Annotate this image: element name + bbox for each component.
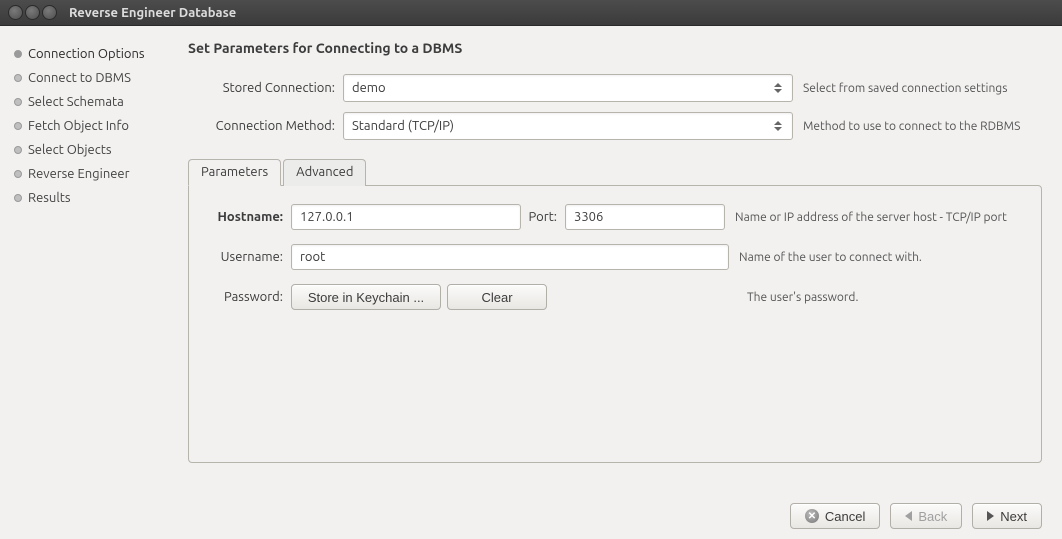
username-label: Username: bbox=[203, 250, 291, 264]
connection-method-combo[interactable]: Standard (TCP/IP) bbox=[343, 112, 793, 140]
back-button[interactable]: Back bbox=[890, 503, 962, 529]
hostname-input[interactable] bbox=[291, 204, 521, 230]
step-results: Results bbox=[14, 186, 174, 210]
step-bullet-icon bbox=[14, 74, 22, 82]
wizard-sidebar: Connection Options Connect to DBMS Selec… bbox=[0, 26, 180, 539]
window-title: Reverse Engineer Database bbox=[69, 6, 236, 20]
window-minimize-icon[interactable] bbox=[25, 5, 40, 20]
step-bullet-icon bbox=[14, 50, 22, 58]
step-select-schemata: Select Schemata bbox=[14, 90, 174, 114]
stored-connection-hint: Select from saved connection settings bbox=[803, 82, 1007, 95]
clear-password-button[interactable]: Clear bbox=[447, 284, 547, 310]
connection-method-hint: Method to use to connect to the RDBMS bbox=[803, 120, 1020, 133]
titlebar: Reverse Engineer Database bbox=[0, 0, 1062, 26]
tab-parameters[interactable]: Parameters bbox=[188, 159, 281, 186]
connection-method-row: Connection Method: Standard (TCP/IP) Met… bbox=[188, 112, 1042, 140]
password-hint: The user's password. bbox=[747, 291, 858, 304]
next-arrow-icon bbox=[987, 511, 994, 521]
tab-advanced[interactable]: Advanced bbox=[283, 159, 366, 186]
step-bullet-icon bbox=[14, 98, 22, 106]
step-label: Connection Options bbox=[28, 47, 145, 61]
cancel-icon: ✕ bbox=[805, 509, 819, 523]
hostname-row: Hostname: Port: Name or IP address of th… bbox=[203, 204, 1027, 230]
step-bullet-icon bbox=[14, 146, 22, 154]
username-hint: Name of the user to connect with. bbox=[739, 251, 922, 264]
parameters-panel: Hostname: Port: Name or IP address of th… bbox=[188, 185, 1042, 463]
hostname-hint: Name or IP address of the server host - … bbox=[735, 211, 1007, 224]
page-heading: Set Parameters for Connecting to a DBMS bbox=[188, 40, 1042, 56]
username-input[interactable] bbox=[291, 244, 729, 270]
step-bullet-icon bbox=[14, 194, 22, 202]
combo-spinner-icon bbox=[772, 121, 784, 131]
stored-connection-label: Stored Connection: bbox=[188, 81, 343, 95]
hostname-label: Hostname: bbox=[203, 210, 291, 224]
step-select-objects: Select Objects bbox=[14, 138, 174, 162]
port-input[interactable] bbox=[565, 204, 725, 230]
step-bullet-icon bbox=[14, 122, 22, 130]
back-arrow-icon bbox=[905, 511, 912, 521]
step-label: Results bbox=[28, 191, 70, 205]
port-label: Port: bbox=[521, 210, 565, 224]
step-fetch-object-info: Fetch Object Info bbox=[14, 114, 174, 138]
step-connection-options: Connection Options bbox=[14, 42, 174, 66]
step-label: Fetch Object Info bbox=[28, 119, 129, 133]
combo-spinner-icon bbox=[772, 83, 784, 93]
store-keychain-button[interactable]: Store in Keychain ... bbox=[291, 284, 441, 310]
window-controls bbox=[8, 5, 57, 20]
password-label: Password: bbox=[203, 290, 291, 304]
step-label: Select Objects bbox=[28, 143, 112, 157]
window-maximize-icon[interactable] bbox=[42, 5, 57, 20]
tabs-container: Parameters Advanced Hostname: Port: Name… bbox=[188, 158, 1042, 463]
password-row: Password: Store in Keychain ... Clear Th… bbox=[203, 284, 1027, 310]
step-label: Reverse Engineer bbox=[28, 167, 130, 181]
footer-buttons: ✕ Cancel Back Next bbox=[188, 489, 1042, 529]
next-button[interactable]: Next bbox=[972, 503, 1042, 529]
stored-connection-row: Stored Connection: demo Select from save… bbox=[188, 74, 1042, 102]
cancel-button[interactable]: ✕ Cancel bbox=[790, 503, 880, 529]
step-bullet-icon bbox=[14, 170, 22, 178]
step-label: Connect to DBMS bbox=[28, 71, 131, 85]
window-close-icon[interactable] bbox=[8, 5, 23, 20]
stored-connection-value: demo bbox=[352, 81, 772, 95]
main-panel: Set Parameters for Connecting to a DBMS … bbox=[180, 26, 1062, 539]
connection-method-value: Standard (TCP/IP) bbox=[352, 119, 772, 133]
connection-method-label: Connection Method: bbox=[188, 119, 343, 133]
step-label: Select Schemata bbox=[28, 95, 124, 109]
step-connect-to-dbms: Connect to DBMS bbox=[14, 66, 174, 90]
username-row: Username: Name of the user to connect wi… bbox=[203, 244, 1027, 270]
step-reverse-engineer: Reverse Engineer bbox=[14, 162, 174, 186]
stored-connection-combo[interactable]: demo bbox=[343, 74, 793, 102]
